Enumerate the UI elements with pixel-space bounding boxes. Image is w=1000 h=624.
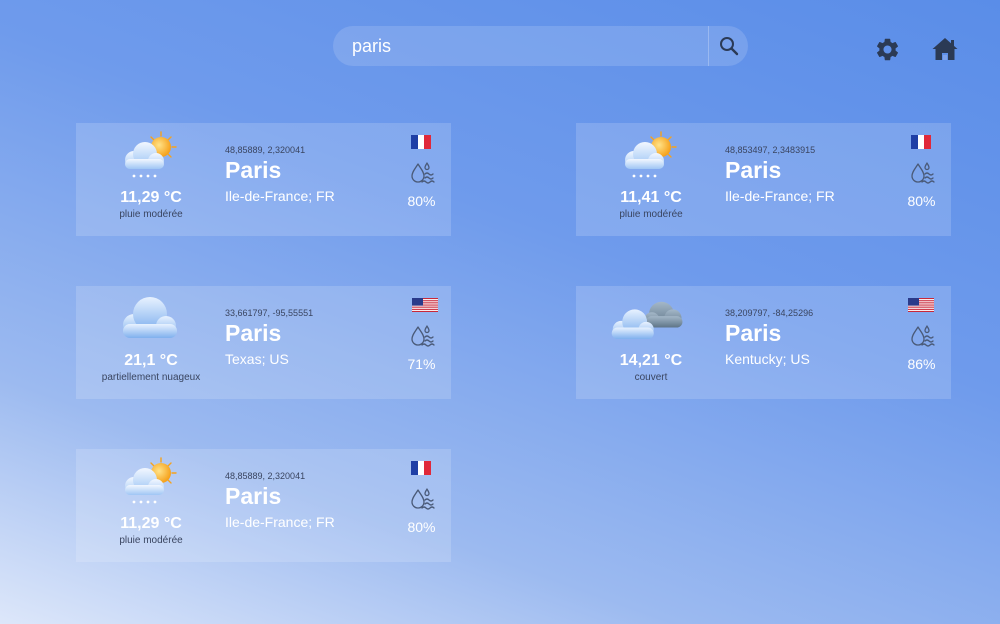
- humidity-icon: [909, 323, 935, 349]
- region-name: Ile-de-France; FR: [225, 514, 335, 530]
- france-flag-icon: [911, 135, 931, 149]
- humidity-value: 86%: [907, 356, 936, 372]
- temperature: 11,41 °C: [620, 189, 682, 206]
- sun-cloud-rain-icon: [116, 455, 182, 507]
- cloud-icon: [116, 292, 182, 344]
- humidity-icon: [409, 486, 435, 512]
- temperature: 14,21 °C: [619, 352, 683, 369]
- weather-description: couvert: [634, 372, 668, 383]
- sun-cloud-rain-icon: [616, 129, 682, 181]
- temperature: 11,29 °C: [120, 515, 182, 532]
- weather-card[interactable]: 11,29 °C pluie modérée 48,85889, 2,32004…: [76, 449, 451, 562]
- coordinates: 48,85889, 2,320041: [225, 145, 306, 155]
- humidity-value: 71%: [407, 356, 436, 372]
- weather-description: pluie modérée: [119, 535, 183, 546]
- search-icon: [719, 37, 738, 56]
- city-name: Paris: [225, 483, 282, 509]
- city-name: Paris: [225, 320, 282, 346]
- us-flag-icon: [412, 298, 438, 312]
- coordinates: 33,661797, -95,55551: [225, 308, 314, 318]
- sun-cloud-rain-icon: [116, 129, 182, 181]
- humidity-icon: [409, 160, 435, 186]
- france-flag-icon: [411, 461, 431, 475]
- weather-card[interactable]: 21,1 °C partiellement nuageux 33,661797,…: [76, 286, 451, 399]
- settings-button[interactable]: [872, 34, 902, 64]
- coordinates: 48,85889, 2,320041: [225, 471, 306, 481]
- search-input[interactable]: [333, 26, 708, 66]
- region-name: Ile-de-France; FR: [225, 188, 335, 204]
- weather-card[interactable]: 14,21 °C couvert 38,209797, -84,25296 Pa…: [576, 286, 951, 399]
- humidity-icon: [409, 323, 435, 349]
- home-icon: [932, 38, 958, 60]
- weather-description: pluie modérée: [119, 209, 183, 220]
- city-name: Paris: [725, 320, 782, 346]
- gear-icon: [876, 38, 898, 60]
- humidity-value: 80%: [407, 193, 436, 209]
- home-button[interactable]: [930, 34, 960, 64]
- region-name: Ile-de-France; FR: [725, 188, 835, 204]
- humidity-icon: [909, 160, 935, 186]
- weather-card[interactable]: 11,41 °C pluie modérée 48,853497, 2,3483…: [576, 123, 951, 236]
- search-button[interactable]: [709, 26, 748, 66]
- search-bar: [333, 26, 748, 66]
- region-name: Texas; US: [225, 351, 289, 367]
- overcast-clouds-icon: [606, 292, 692, 344]
- us-flag-icon: [908, 298, 934, 312]
- weather-card[interactable]: 11,29 °C pluie modérée 48,85889, 2,32004…: [76, 123, 451, 236]
- city-name: Paris: [725, 157, 782, 183]
- france-flag-icon: [411, 135, 431, 149]
- coordinates: 48,853497, 2,3483915: [725, 145, 816, 155]
- coordinates: 38,209797, -84,25296: [725, 308, 814, 318]
- temperature: 21,1 °C: [124, 352, 178, 369]
- temperature: 11,29 °C: [120, 189, 182, 206]
- weather-description: partiellement nuageux: [101, 372, 201, 383]
- region-name: Kentucky; US: [725, 351, 810, 367]
- humidity-value: 80%: [907, 193, 936, 209]
- city-name: Paris: [225, 157, 282, 183]
- weather-description: pluie modérée: [619, 209, 683, 220]
- humidity-value: 80%: [407, 519, 436, 535]
